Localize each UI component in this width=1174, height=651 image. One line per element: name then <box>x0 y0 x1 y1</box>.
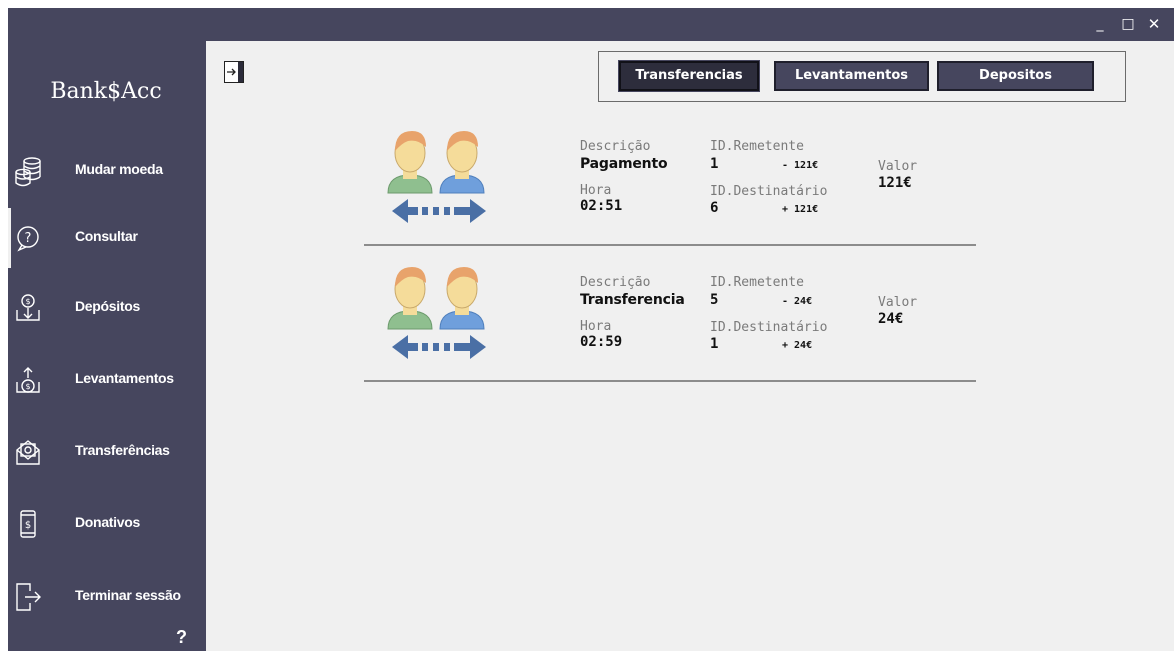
sender-id-value: 5 <box>710 292 719 308</box>
description-value: Pagamento <box>580 156 668 172</box>
row-divider <box>364 380 976 382</box>
hour-value: 02:51 <box>580 198 623 214</box>
sender-amount: - 24€ <box>782 296 813 307</box>
sidebar-item-consultar[interactable]: ? Consultar <box>8 208 206 268</box>
sidebar-item-label: Consultar <box>75 228 138 244</box>
sidebar-item-transferencias[interactable]: Transferências <box>8 422 206 482</box>
deposit-coin-icon: $ <box>16 294 40 321</box>
value-amount: 24€ <box>878 311 904 327</box>
svg-text:$: $ <box>25 297 30 306</box>
transaction-row: Descrição Pagamento Hora 02:51 ID.Remete… <box>364 125 976 257</box>
recipient-id-value: 6 <box>710 200 719 216</box>
withdraw-coin-icon: $ <box>16 367 40 393</box>
active-indicator <box>8 208 11 268</box>
sender-label: ID.Remetente <box>710 275 804 290</box>
description-label: Descrição <box>580 275 651 290</box>
app-logo: Bank$Acc <box>50 79 162 104</box>
close-button[interactable]: ✕ <box>1140 8 1168 41</box>
svg-text:$: $ <box>25 520 31 531</box>
tab-transferencias[interactable]: Transferencias <box>618 60 760 92</box>
sidebar-item-mudar-moeda[interactable]: Mudar moeda <box>8 141 206 201</box>
question-circle-icon: ? <box>17 226 39 252</box>
tab-levantamentos[interactable]: Levantamentos <box>774 61 929 91</box>
description-value: Transferencia <box>580 292 685 308</box>
transaction-type-tabs: Transferencias Levantamentos Depositos <box>598 51 1126 102</box>
recipient-label: ID.Destinatário <box>710 320 828 335</box>
logout-icon <box>16 583 41 611</box>
people-transfer-icon <box>387 267 486 359</box>
people-transfer-icon <box>387 131 486 223</box>
phone-dollar-icon: $ <box>20 510 36 538</box>
toggle-sidebar-icon[interactable] <box>224 61 244 83</box>
help-button[interactable]: ? <box>176 627 187 648</box>
sidebar-item-depositos[interactable]: $ Depósitos <box>8 278 206 338</box>
sidebar: Bank$Acc Mudar moeda ? Consultar $ Depós… <box>8 41 206 651</box>
row-divider <box>364 244 976 246</box>
sidebar-item-label: Donativos <box>75 514 140 530</box>
value-label: Valor <box>878 159 918 174</box>
sidebar-item-donativos[interactable]: $ Donativos <box>8 494 206 554</box>
sidebar-item-label: Transferências <box>75 442 170 458</box>
svg-text:$: $ <box>25 382 30 391</box>
hour-label: Hora <box>580 183 612 198</box>
money-envelope-icon <box>16 440 40 465</box>
recipient-label: ID.Destinatário <box>710 184 828 199</box>
description-label: Descrição <box>580 139 651 154</box>
sidebar-item-levantamentos[interactable]: $ Levantamentos <box>8 350 206 410</box>
recipient-amount: + 121€ <box>782 204 819 215</box>
sidebar-item-label: Depósitos <box>75 298 140 314</box>
title-bar: _ □ ✕ <box>8 8 1174 41</box>
minimize-button[interactable]: _ <box>1086 8 1114 41</box>
sender-amount: - 121€ <box>782 160 819 171</box>
recipient-id-value: 1 <box>710 336 719 352</box>
sidebar-item-label: Levantamentos <box>75 370 174 386</box>
app-window: _ □ ✕ Bank$Acc Mudar moeda ? Consultar $… <box>8 8 1174 651</box>
hour-label: Hora <box>580 319 612 334</box>
recipient-amount: + 24€ <box>782 340 813 351</box>
transaction-row: Descrição Transferencia Hora 02:59 ID.Re… <box>364 261 976 393</box>
coins-stack-icon <box>15 157 41 187</box>
maximize-button[interactable]: □ <box>1114 8 1142 41</box>
sidebar-item-label: Terminar sessão <box>75 587 181 603</box>
svg-text:?: ? <box>25 231 32 246</box>
sender-id-value: 1 <box>710 156 719 172</box>
tab-depositos[interactable]: Depositos <box>937 61 1094 91</box>
value-amount: 121€ <box>878 175 912 191</box>
sidebar-item-label: Mudar moeda <box>75 161 163 177</box>
sender-label: ID.Remetente <box>710 139 804 154</box>
value-label: Valor <box>878 295 918 310</box>
hour-value: 02:59 <box>580 334 623 350</box>
sidebar-item-terminar-sessao[interactable]: Terminar sessão <box>8 567 206 627</box>
